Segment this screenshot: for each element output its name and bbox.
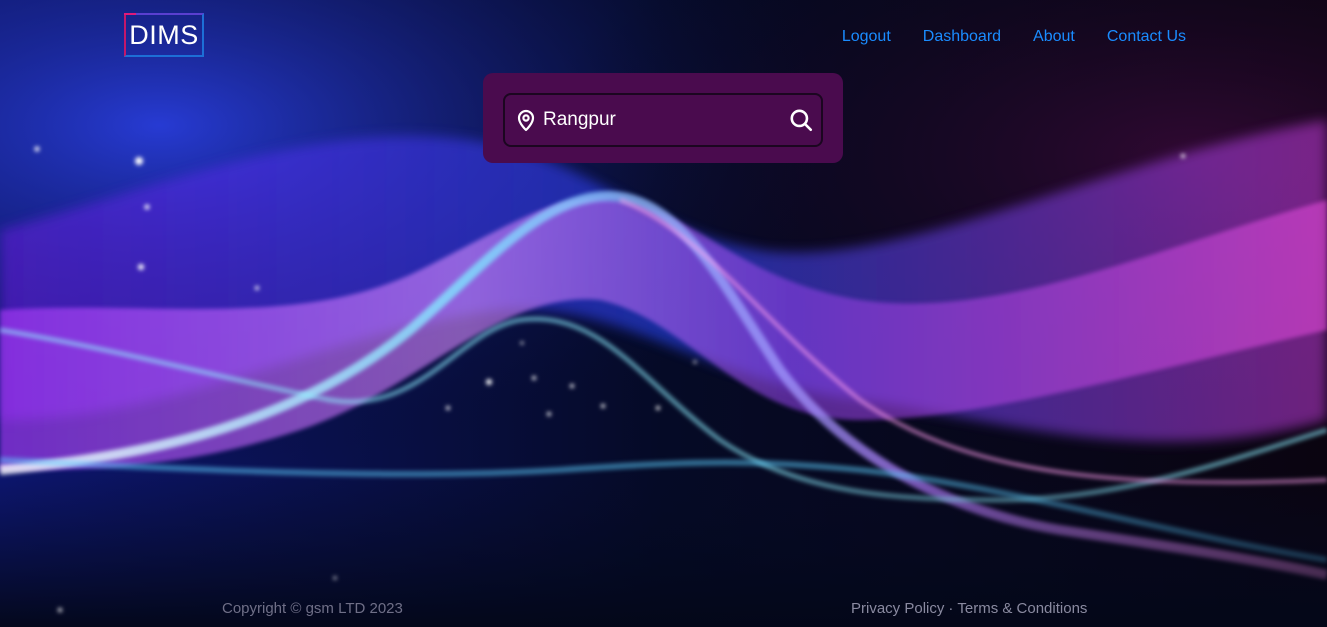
- location-pin-icon: [514, 108, 538, 132]
- search-box: [503, 93, 823, 147]
- location-search-input[interactable]: [538, 100, 788, 140]
- nav-logout-link[interactable]: Logout: [842, 28, 891, 46]
- main-nav: Logout Dashboard About Contact Us: [842, 28, 1186, 46]
- nav-contact-link[interactable]: Contact Us: [1107, 28, 1186, 46]
- privacy-policy-link[interactable]: Privacy Policy: [851, 600, 944, 617]
- nav-about-link[interactable]: About: [1033, 28, 1075, 46]
- search-icon[interactable]: [788, 107, 814, 133]
- terms-conditions-link[interactable]: Terms & Conditions: [957, 600, 1087, 617]
- dims-logo[interactable]: DIMS: [124, 13, 204, 57]
- nav-dashboard-link[interactable]: Dashboard: [923, 28, 1001, 46]
- footer-links: Privacy Policy · Terms & Conditions: [851, 600, 1087, 617]
- footer-separator: ·: [948, 600, 954, 617]
- copyright-text: Copyright © gsm LTD 2023: [222, 600, 403, 617]
- page: DIMS Logout Dashboard About Contact Us C…: [0, 0, 1327, 627]
- search-card: [483, 73, 843, 163]
